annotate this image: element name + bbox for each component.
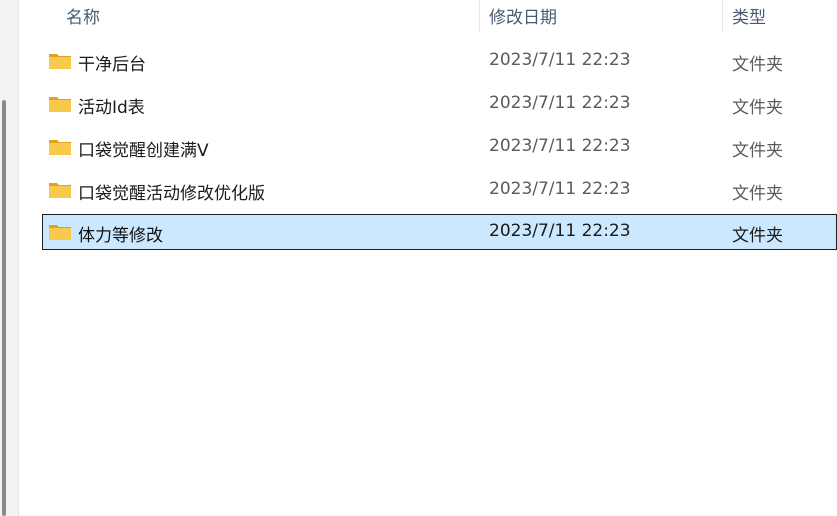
folder-icon [49,54,71,69]
folder-name: 口袋觉醒活动修改优化版 [78,184,265,204]
column-divider[interactable] [722,0,723,32]
folder-type: 文件夹 [732,226,783,246]
folder-type: 文件夹 [732,98,783,118]
column-divider[interactable] [479,0,480,32]
folder-icon [49,140,71,155]
navigation-pane-edge [0,0,19,516]
folder-row[interactable]: 口袋觉醒活动修改优化版 2023/7/11 22:23 文件夹 [43,172,837,208]
folder-row[interactable]: 口袋觉醒创建满V 2023/7/11 22:23 文件夹 [43,129,837,165]
folder-icon [49,97,71,112]
folder-name: 活动Id表 [78,98,145,118]
navigation-scrollbar[interactable] [2,100,6,516]
column-header-modified[interactable]: 修改日期 [489,3,557,28]
folder-name: 干净后台 [78,55,146,75]
folder-icon [49,225,71,240]
folder-row[interactable]: 活动Id表 2023/7/11 22:23 文件夹 [43,86,837,122]
folder-modified: 2023/7/11 22:23 [489,179,631,199]
folder-type: 文件夹 [732,184,783,204]
folder-modified: 2023/7/11 22:23 [489,50,631,70]
folder-name: 体力等修改 [78,226,163,246]
folder-name: 口袋觉醒创建满V [78,141,209,161]
folder-modified: 2023/7/11 22:23 [489,93,631,113]
folder-modified: 2023/7/11 22:23 [489,136,631,156]
column-header-bar: 名称 修改日期 类型 [19,0,837,32]
folder-row[interactable]: 干净后台 2023/7/11 22:23 文件夹 [43,43,837,79]
column-header-type[interactable]: 类型 [732,3,766,28]
column-header-name[interactable]: 名称 [66,3,100,28]
folder-row-selected[interactable]: 体力等修改 2023/7/11 22:23 文件夹 [42,214,837,250]
folder-type: 文件夹 [732,55,783,75]
folder-icon [49,183,71,198]
folder-type: 文件夹 [732,141,783,161]
folder-modified: 2023/7/11 22:23 [489,221,631,241]
file-list: 名称 修改日期 类型 干净后台 2023/7/11 22:23 文件夹 活动Id… [19,0,837,516]
